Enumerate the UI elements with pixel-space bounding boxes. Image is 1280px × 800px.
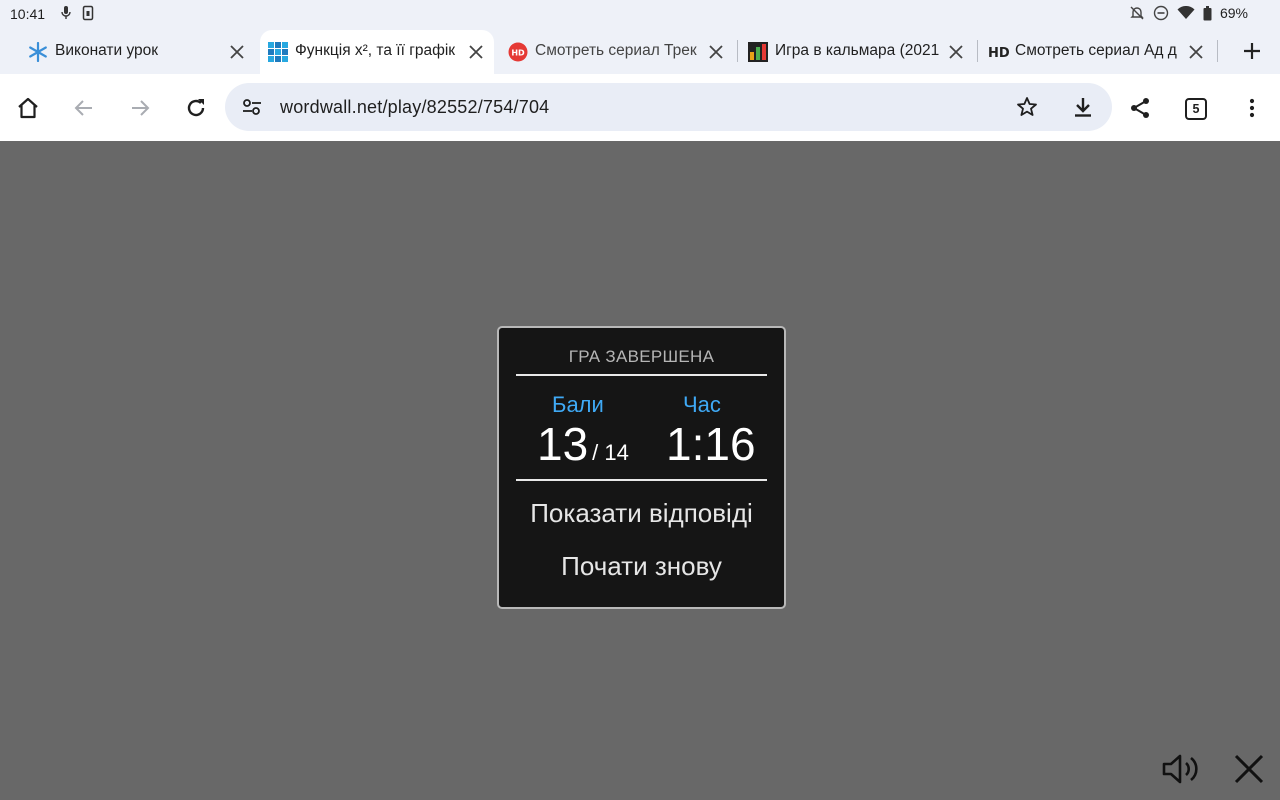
site-settings-icon[interactable] (241, 96, 263, 123)
close-game-icon[interactable] (1227, 751, 1271, 787)
game-over-dialog: ГРА ЗАВЕРШЕНА Бали Час 13/ 14 1:16 Показ… (497, 326, 786, 609)
game-over-heading: ГРА ЗАВЕРШЕНА (568, 347, 715, 366)
wifi-icon (1177, 6, 1195, 20)
url-text[interactable]: wordwall.net/play/82552/754/704 (280, 97, 549, 118)
score-total: / 14 (592, 440, 629, 465)
game-area: ГРА ЗАВЕРШЕНА Бали Час 13/ 14 1:16 Показ… (0, 141, 1280, 800)
time-value: 1:16 (666, 418, 756, 470)
close-tab-icon[interactable] (1185, 41, 1207, 63)
tab-separator (737, 40, 738, 62)
tab-serial-ad[interactable]: HD Смотреть сериал Ад д (980, 30, 1214, 74)
clock: 10:41 (10, 6, 46, 22)
restart-button[interactable]: Почати знову (499, 551, 784, 582)
reload-icon[interactable] (182, 94, 210, 122)
tab-strip: Виконати урок Функція x², та її графік H… (0, 28, 1280, 74)
score-number: 13 (537, 418, 589, 470)
close-tab-icon[interactable] (945, 41, 967, 63)
status-bar: 10:41 69% (0, 0, 1280, 28)
tab-title: Функція x², та її графік (295, 42, 456, 59)
tab-serial-trek[interactable]: HD Смотреть сериал Трек (500, 30, 734, 74)
close-tab-icon[interactable] (226, 41, 248, 63)
show-answers-button[interactable]: Показати відповіді (499, 498, 784, 529)
tab-title: Виконати урок (55, 42, 159, 59)
browser-toolbar: wordwall.net/play/82552/754/704 5 (0, 74, 1280, 141)
new-tab-icon[interactable] (1240, 39, 1264, 63)
svg-text:HD: HD (511, 49, 525, 58)
tab-title: Игра в кальмара (2021 (775, 42, 940, 59)
close-tab-icon[interactable] (465, 41, 487, 63)
divider (516, 374, 767, 376)
score-value: 13/ 14 (537, 417, 629, 471)
forward-icon[interactable] (126, 94, 154, 122)
home-icon[interactable] (14, 94, 42, 122)
hd-text-icon: HD (988, 42, 1012, 62)
tab-separator (977, 40, 978, 62)
tab-igra-v-kalmara[interactable]: Игра в кальмара (2021 (740, 30, 974, 74)
bar-chart-icon (748, 42, 768, 62)
do-not-disturb-icon (1153, 5, 1169, 21)
time-label: Час (683, 392, 721, 417)
tab-title: Смотреть сериал Ад д (1015, 42, 1177, 59)
grid-icon (268, 42, 288, 62)
download-icon[interactable] (1071, 95, 1095, 124)
close-tab-icon[interactable] (705, 41, 727, 63)
snowflake-icon (28, 41, 48, 63)
tab-vykonaty-urok[interactable]: Виконати урок (20, 30, 256, 74)
battery-icon (1203, 5, 1212, 21)
tab-title: Смотреть сериал Трек (535, 42, 697, 59)
tab-functsiia-x2[interactable]: Функція x², та її графік (260, 30, 494, 74)
score-label: Бали (552, 392, 604, 417)
divider (516, 479, 767, 481)
svg-text:HD: HD (988, 46, 1010, 61)
bookmark-star-icon[interactable] (1015, 95, 1039, 124)
more-menu-icon[interactable] (1238, 94, 1266, 122)
address-bar[interactable]: wordwall.net/play/82552/754/704 (225, 83, 1112, 131)
microphone-icon (60, 5, 72, 21)
battery-percent: 69% (1219, 5, 1248, 21)
back-icon[interactable] (70, 94, 98, 122)
share-icon[interactable] (1126, 94, 1154, 122)
volume-icon[interactable] (1160, 751, 1204, 787)
tab-separator (1217, 40, 1218, 62)
mute-notifications-icon (1129, 5, 1145, 21)
tab-switcher-button[interactable]: 5 (1185, 98, 1207, 120)
hd-badge-icon: HD (508, 42, 528, 62)
sim-icon (82, 5, 94, 21)
